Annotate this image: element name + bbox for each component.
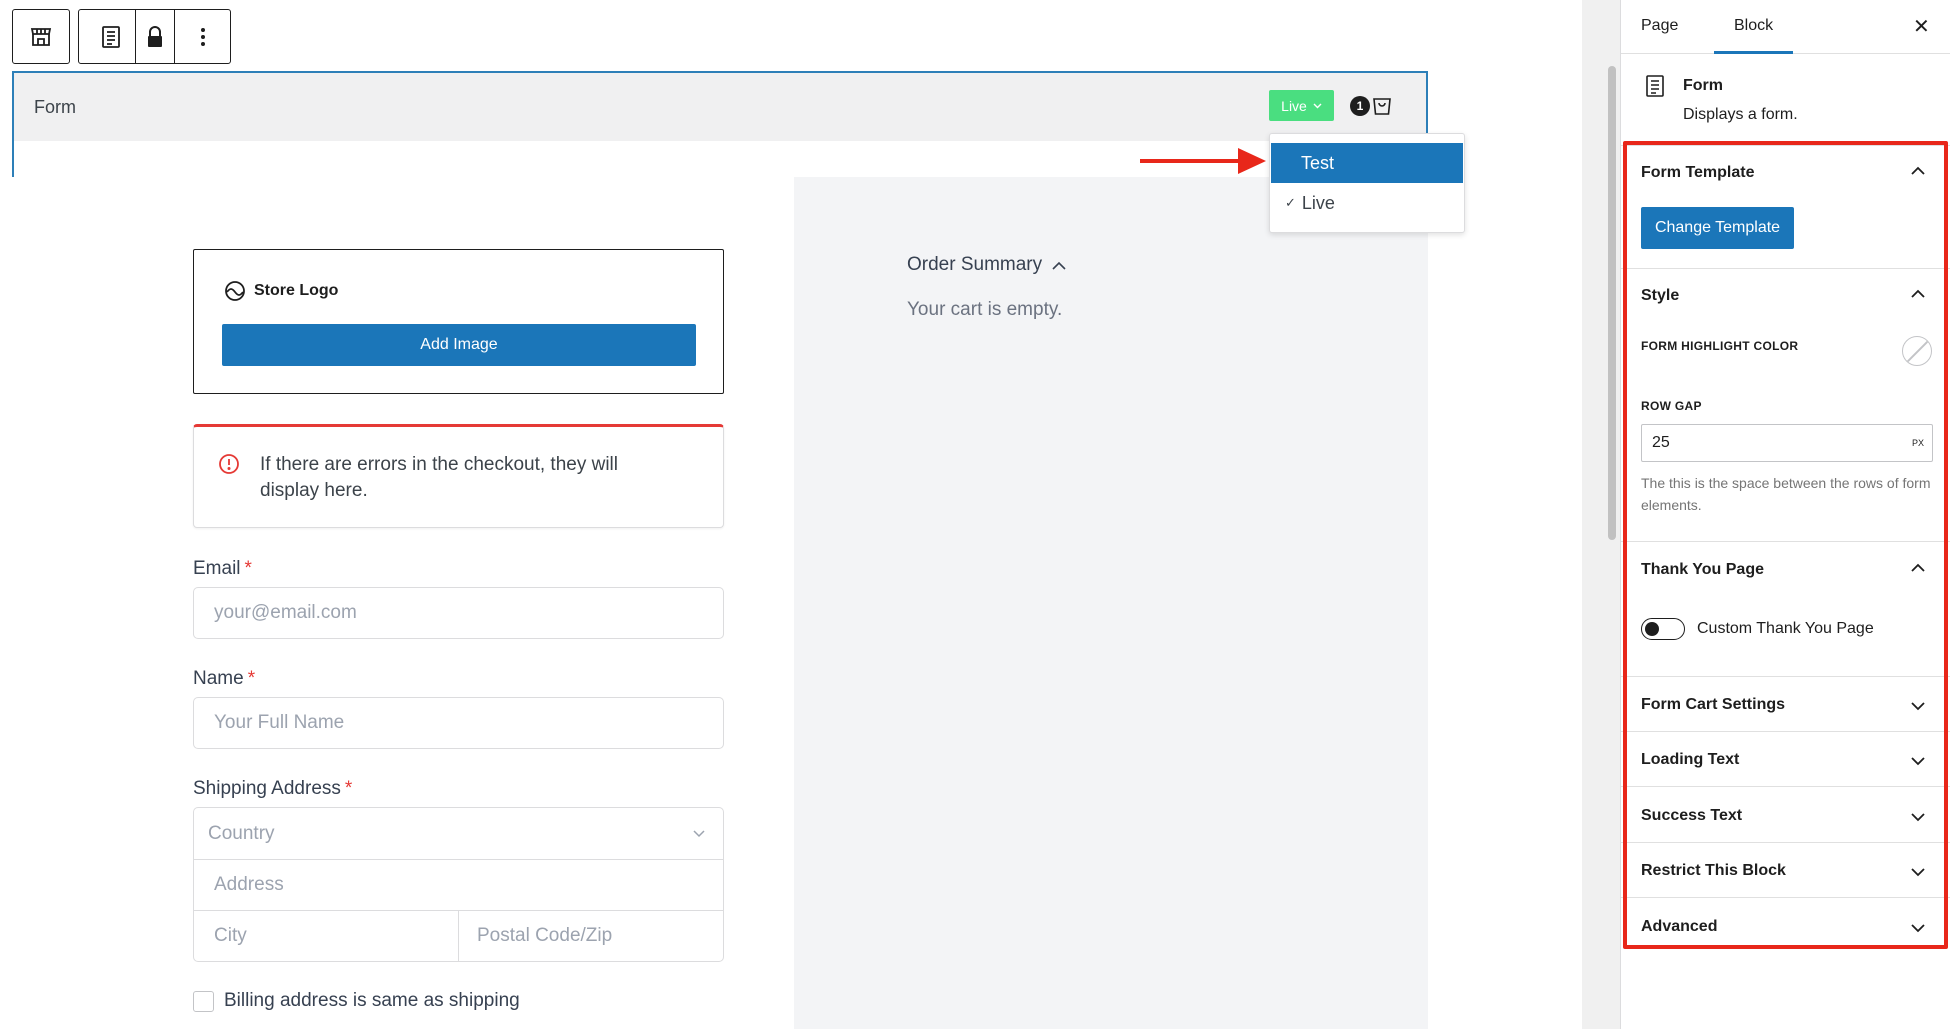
lock-icon <box>148 25 163 47</box>
mode-toggle-button[interactable]: Live <box>1269 90 1334 121</box>
form-icon <box>1646 75 1664 97</box>
billing-same-label: Billing address is same as shipping <box>224 990 520 1011</box>
order-summary-toggle[interactable]: Order Summary <box>907 254 1066 276</box>
email-label: Email * <box>193 558 252 580</box>
tab-block-label: Block <box>1734 17 1774 34</box>
more-options-button[interactable] <box>174 10 230 63</box>
email-placeholder: your@email.com <box>214 602 357 623</box>
email-field[interactable]: your@email.com <box>193 587 724 639</box>
form-block-title: Form <box>34 97 76 117</box>
store-block-button[interactable] <box>12 9 70 64</box>
required-mark: * <box>247 668 256 689</box>
lock-button[interactable] <box>134 10 175 63</box>
block-name: Form <box>1683 77 1723 94</box>
shipping-address-label: Shipping Address * <box>193 778 352 800</box>
mode-label: Live <box>1281 97 1307 114</box>
order-summary-panel: Order Summary Your cart is empty. <box>794 177 1428 1029</box>
shipping-address-group: Country Address City Postal Code/Zip <box>193 807 724 962</box>
postal-code-field[interactable]: Postal Code/Zip <box>459 911 612 961</box>
checkout-error-notice: If there are errors in the checkout, the… <box>193 424 724 528</box>
chevron-down-icon <box>693 829 705 837</box>
name-label: Name * <box>193 668 255 690</box>
form-block-type-button[interactable] <box>87 10 135 63</box>
cart-count-badge: 1 <box>1350 96 1370 116</box>
tab-page[interactable]: Page <box>1641 17 1678 35</box>
store-logo: Store Logo <box>224 280 338 302</box>
block-selection-rail <box>12 139 14 177</box>
name-field[interactable]: Your Full Name <box>193 697 724 749</box>
billing-same-checkbox[interactable] <box>193 990 214 1012</box>
canvas-scrollbar-thumb[interactable] <box>1608 66 1616 540</box>
annotation-highlight-frame <box>1623 141 1948 949</box>
city-placeholder: City <box>214 925 247 946</box>
annotation-arrow-icon <box>1140 148 1266 174</box>
postal-placeholder: Postal Code/Zip <box>477 925 613 946</box>
more-vertical-icon <box>200 27 205 46</box>
mode-option-test-label: Test <box>1301 152 1335 173</box>
city-postal-row: City Postal Code/Zip <box>194 910 723 961</box>
sidebar-tabs: Page Block ✕ <box>1621 0 1950 54</box>
mode-option-live-label: Live <box>1301 192 1335 213</box>
mode-dropdown-menu: Test ✓ Live <box>1269 133 1465 233</box>
check-icon: ✓ <box>1285 195 1296 210</box>
add-image-button[interactable]: Add Image <box>222 324 696 366</box>
country-select[interactable]: Country <box>194 808 723 859</box>
close-icon[interactable]: ✕ <box>1913 14 1930 39</box>
name-label-text: Name <box>193 668 244 689</box>
required-mark: * <box>244 558 252 579</box>
cart-icon[interactable] <box>1372 94 1392 116</box>
shipping-label-text: Shipping Address <box>193 778 341 799</box>
block-toolbar-group <box>78 9 231 64</box>
chevron-down-icon <box>1313 103 1322 108</box>
address-field[interactable]: Address <box>194 859 723 910</box>
block-description: Displays a form. <box>1683 106 1798 123</box>
tab-block[interactable]: Block <box>1714 17 1794 54</box>
address-placeholder: Address <box>214 874 284 895</box>
store-icon <box>30 27 52 46</box>
store-logo-box: Store Logo Add Image <box>193 249 724 394</box>
name-placeholder: Your Full Name <box>214 712 345 733</box>
order-summary-title: Order Summary <box>907 254 1043 275</box>
mode-option-live[interactable]: ✓ Live <box>1271 183 1463 223</box>
billing-same-row[interactable]: Billing address is same as shipping <box>193 990 520 1012</box>
email-label-text: Email <box>193 558 241 579</box>
store-logo-label: Store Logo <box>254 282 339 299</box>
error-message: If there are errors in the checkout, the… <box>260 454 618 501</box>
required-mark: * <box>344 778 353 799</box>
form-block-header[interactable]: Form <box>12 71 1428 141</box>
cart-empty-text: Your cart is empty. <box>907 299 1063 320</box>
form-icon <box>101 25 120 48</box>
chevron-up-icon <box>1052 261 1066 270</box>
logo-placeholder-icon <box>225 281 245 301</box>
error-icon <box>219 454 239 474</box>
country-placeholder: Country <box>208 822 275 844</box>
mode-option-test[interactable]: Test <box>1271 143 1463 183</box>
city-field[interactable]: City <box>194 911 459 961</box>
editor-canvas: Form Live 1 Order Summary Your cart is e… <box>0 0 1950 1029</box>
